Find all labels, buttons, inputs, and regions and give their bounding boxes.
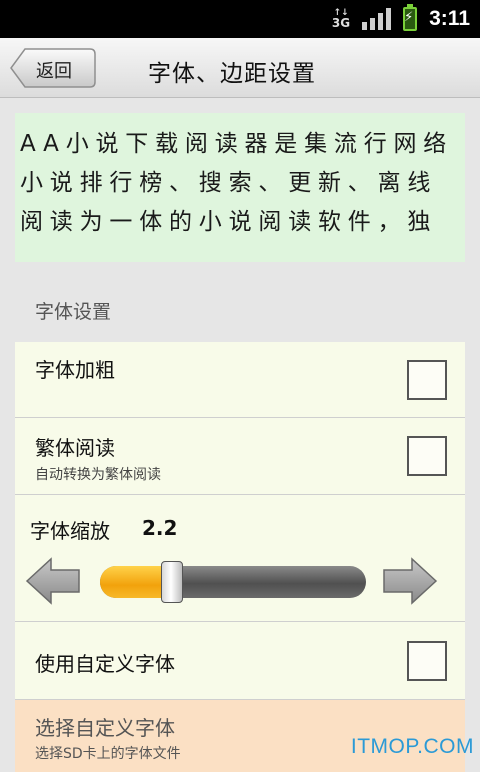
setting-row-custom-font[interactable]: 使用自定义字体 xyxy=(15,622,465,700)
custom-font-checkbox[interactable] xyxy=(407,641,447,681)
network-type-indicator: ↑↓ 3G xyxy=(331,8,351,30)
font-zoom-slider-thumb[interactable] xyxy=(161,561,183,603)
status-bar: ↑↓ 3G 3:11 xyxy=(0,0,480,38)
bold-font-title: 字体加粗 xyxy=(35,358,115,382)
status-clock: 3:11 xyxy=(429,7,470,30)
signal-strength-icon xyxy=(362,8,392,30)
select-font-title: 选择自定义字体 xyxy=(35,716,175,740)
increase-arrow-icon[interactable] xyxy=(382,557,438,605)
select-font-subtitle: 选择SD卡上的字体文件 xyxy=(35,746,181,762)
traditional-reading-checkbox[interactable] xyxy=(407,436,447,476)
watermark-text: ITMOP.COM xyxy=(350,735,474,758)
network-type-label: 3G xyxy=(331,16,351,30)
bold-font-checkbox[interactable] xyxy=(407,360,447,400)
status-icons: ↑↓ 3G 3:11 xyxy=(332,0,470,38)
font-zoom-value: 2.2 xyxy=(142,516,178,540)
back-button[interactable]: 返回 xyxy=(10,48,96,88)
setting-row-traditional-reading[interactable]: 繁体阅读 自动转换为繁体阅读 xyxy=(15,418,465,495)
traditional-reading-title: 繁体阅读 xyxy=(35,436,115,460)
font-preview-box: AA小说下载阅读器是集流行网络小说排行榜、搜索、更新、离线阅读为一体的小说阅读软… xyxy=(15,113,465,262)
setting-row-font-zoom: 字体缩放 2.2 xyxy=(15,495,465,622)
font-preview-text: AA小说下载阅读器是集流行网络小说排行榜、搜索、更新、离线阅读为一体的小说阅读软… xyxy=(20,131,454,235)
custom-font-title: 使用自定义字体 xyxy=(35,652,175,676)
battery-charging-icon xyxy=(403,4,418,31)
setting-row-bold-font[interactable]: 字体加粗 xyxy=(15,342,465,418)
back-button-label: 返回 xyxy=(36,61,72,82)
page-title: 字体、边距设置 xyxy=(148,61,316,87)
font-zoom-label: 字体缩放 xyxy=(30,519,110,543)
title-bar: 返回 字体、边距设置 xyxy=(0,38,480,98)
decrease-arrow-icon[interactable] xyxy=(25,557,81,605)
font-zoom-slider-track[interactable] xyxy=(100,566,366,598)
section-header-font-settings: 字体设置 xyxy=(35,301,112,323)
traditional-reading-subtitle: 自动转换为繁体阅读 xyxy=(35,467,161,483)
